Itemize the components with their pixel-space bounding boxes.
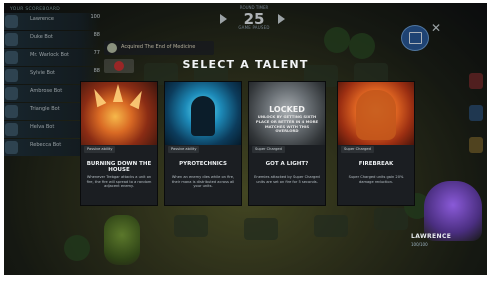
player-name: LAWRENCE (411, 233, 452, 240)
board-tile (314, 215, 348, 237)
figure-icon (191, 96, 215, 136)
talent-card-locked: LOCKED UNLOCK BY GETTING SIXTH PLACE OR … (248, 81, 326, 206)
talent-description: Super Charged units gain 20% damage redu… (348, 175, 404, 184)
board-tree (349, 33, 375, 59)
talent-card[interactable]: Super Charged FIREBREAK Super Charged un… (337, 81, 415, 206)
close-icon[interactable]: ✕ (429, 21, 443, 35)
lock-requirement: UNLOCK BY GETTING SIXTH PLACE OR BETTER … (255, 114, 319, 134)
talent-name: FIREBREAK (358, 161, 394, 167)
item-icon (107, 43, 117, 53)
avatar (5, 15, 18, 28)
acquired-item-toast: Acquired The End of Medicine (104, 41, 214, 55)
skip-icon[interactable] (278, 14, 285, 24)
talent-description: When an enemy dies while on fire, their … (171, 175, 235, 189)
talent-type-badge: Super Charged (252, 146, 285, 153)
talent-name: BURNING DOWN THE HOUSE (86, 161, 152, 173)
avatar (5, 33, 18, 46)
scoreboard-row[interactable]: Duke Bot 88 (4, 31, 100, 48)
board-tile (244, 218, 278, 240)
flame-icon (89, 86, 107, 108)
player-stat: 77 (93, 50, 100, 56)
character-icon (356, 90, 396, 140)
player-name: Helva Bot (30, 124, 55, 130)
timer-status: GAME PAUSED (238, 25, 270, 30)
toast-text: Acquired The End of Medicine (121, 44, 196, 50)
round-timer: ROUND TIMER 25 GAME PAUSED (216, 5, 290, 31)
talent-type-badge: Passive ability (84, 146, 116, 153)
board-tree (64, 235, 90, 261)
board-unit[interactable] (104, 215, 140, 265)
avatar (5, 87, 18, 100)
player-name: Rebecca Bot (30, 142, 62, 148)
talent-name: GOT A LIGHT? (265, 161, 309, 167)
board-tile (374, 208, 408, 230)
flame-icon (129, 88, 147, 110)
avatar (5, 141, 18, 154)
talent-description: Whenever Trebgar attacks a unit on fire,… (86, 175, 152, 189)
avatar (5, 105, 18, 118)
player-name: Triangle Bot (30, 106, 60, 112)
play-icon[interactable] (220, 14, 227, 24)
side-action-button[interactable] (469, 73, 483, 89)
player-name: Duke Bot (30, 34, 53, 40)
store-icon (409, 32, 422, 44)
talent-art (338, 82, 414, 145)
talent-type-badge: Passive ability (168, 146, 200, 153)
flame-icon (113, 84, 123, 102)
player-name: Lawrence (30, 16, 54, 22)
player-stat: 88 (93, 32, 100, 38)
talent-art (81, 82, 157, 145)
store-button[interactable] (401, 25, 429, 51)
game-viewport: YOUR SCOREBOARD Lawrence 100 Duke Bot 88… (4, 3, 487, 275)
lock-title: LOCKED (269, 105, 305, 114)
board-tile (174, 215, 208, 237)
player-stat: 100 (90, 14, 100, 20)
modal-title: SELECT A TALENT (182, 58, 309, 71)
player-info: LAWRENCE 100/100 (409, 233, 485, 253)
board-tree (324, 27, 350, 53)
scoreboard-row[interactable]: Lawrence 100 (4, 13, 100, 30)
talent-type-badge: Super Charged (341, 146, 374, 153)
player-health: 100/100 (411, 242, 428, 247)
talent-art (165, 82, 241, 145)
talent-card[interactable]: Passive ability PYROTECHNICS When an ene… (164, 81, 242, 206)
talent-art: LOCKED UNLOCK BY GETTING SIXTH PLACE OR … (249, 82, 325, 145)
talent-description: Enemies attacked by Super Charged units … (254, 175, 320, 184)
player-name: Ambrose Bot (30, 88, 63, 94)
side-action-button[interactable] (469, 137, 483, 153)
talent-card[interactable]: Passive ability BURNING DOWN THE HOUSE W… (80, 81, 158, 206)
talent-name: PYROTECHNICS (179, 161, 227, 167)
avatar (5, 123, 18, 136)
player-character (424, 181, 482, 241)
side-action-button[interactable] (469, 105, 483, 121)
